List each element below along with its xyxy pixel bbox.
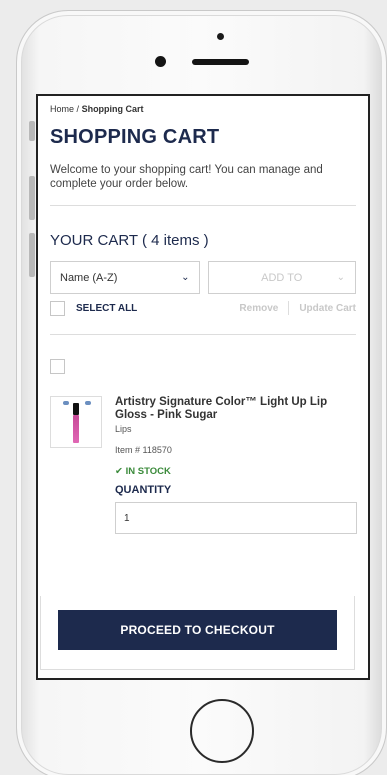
remove-button[interactable]: Remove <box>239 303 278 314</box>
product-image-detail <box>85 401 91 405</box>
page-title: SHOPPING CART <box>50 126 220 148</box>
select-all-checkbox[interactable] <box>50 300 65 316</box>
proximity-sensor <box>217 33 224 40</box>
volume-down-button <box>29 233 35 277</box>
front-camera <box>155 56 166 67</box>
breadcrumb-separator: / <box>76 104 80 114</box>
product-image[interactable] <box>50 396 102 448</box>
quantity-label: QUANTITY <box>115 484 172 496</box>
home-button[interactable] <box>190 699 254 763</box>
select-all-row: SELECT ALL Remove Update Cart <box>50 300 356 335</box>
item-select-row <box>50 359 356 379</box>
sort-select[interactable]: Name (A-Z) ⌄ <box>50 261 200 294</box>
checkout-panel: PROCEED TO CHECKOUT <box>40 596 355 670</box>
chevron-down-icon: ⌄ <box>181 272 190 283</box>
product-image-detail <box>73 415 79 443</box>
welcome-text: Welcome to your shopping cart! You can m… <box>50 163 356 206</box>
sort-select-value: Name (A-Z) <box>60 271 118 284</box>
cart-controls: Name (A-Z) ⌄ ADD TO ⌄ <box>50 261 356 294</box>
checkmark-icon: ✔ <box>115 466 123 477</box>
proceed-to-checkout-button[interactable]: PROCEED TO CHECKOUT <box>58 610 337 650</box>
chevron-down-icon: ⌄ <box>336 272 345 283</box>
actions-divider <box>288 301 290 315</box>
stock-status-label: IN STOCK <box>125 466 171 477</box>
item-checkbox[interactable] <box>50 359 65 374</box>
product-image-detail <box>63 401 69 405</box>
product-name[interactable]: Artistry Signature Color™ Light Up Lip G… <box>115 396 357 422</box>
update-cart-button[interactable]: Update Cart <box>299 303 356 314</box>
product-category: Lips <box>115 424 132 434</box>
product-sku: Item # 118570 <box>115 445 172 455</box>
cart-heading: YOUR CART ( 4 items ) <box>50 232 209 249</box>
product-image-detail <box>73 403 79 415</box>
breadcrumb: Home / Shopping Cart <box>50 104 356 114</box>
add-to-select[interactable]: ADD TO ⌄ <box>207 261 356 294</box>
select-all-label[interactable]: SELECT ALL <box>76 303 137 314</box>
breadcrumb-home-link[interactable]: Home <box>50 104 74 114</box>
cart-item: Artistry Signature Color™ Light Up Lip G… <box>50 396 357 534</box>
cart-actions: Remove Update Cart <box>239 301 356 315</box>
phone-screen: Home / Shopping Cart SHOPPING CART Welco… <box>36 94 370 680</box>
product-info: Artistry Signature Color™ Light Up Lip G… <box>115 396 357 534</box>
breadcrumb-current: Shopping Cart <box>81 104 144 114</box>
quantity-input[interactable]: 1 <box>115 502 357 534</box>
stock-status: ✔ IN STOCK <box>115 466 357 477</box>
add-to-select-value: ADD TO <box>261 271 303 284</box>
volume-up-button <box>29 176 35 220</box>
mute-switch <box>29 121 35 141</box>
earpiece-speaker <box>192 59 249 65</box>
